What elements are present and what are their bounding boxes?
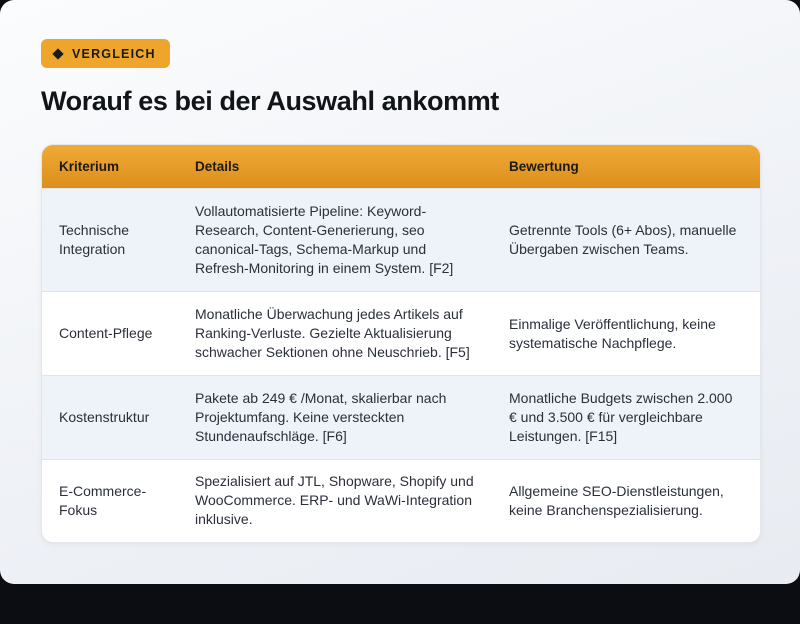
column-header-details: Details (178, 145, 492, 189)
diamond-icon (52, 47, 64, 60)
section-badge: VERGLEICH (41, 39, 170, 68)
column-header-criterion: Kriterium (42, 145, 178, 189)
comparison-card: VERGLEICH Worauf es bei der Auswahl anko… (0, 0, 800, 584)
details-cell: Pakete ab 249 € /Monat, skalierbar nach … (195, 390, 447, 444)
badge-label: VERGLEICH (72, 46, 156, 61)
details-cell: Vollautomatisierte Pipeline: Keyword-Res… (195, 203, 454, 276)
table-row: E-Commerce-Fokus Spezialisiert auf JTL, … (42, 459, 760, 542)
criterion-cell: Kostenstruktur (59, 409, 150, 425)
details-cell: Spezialisiert auf JTL, Shopware, Shopify… (195, 473, 474, 528)
table-header: Kriterium Details Bewertung (42, 145, 760, 189)
rating-cell: Allgemeine SEO-Dienstleistungen, keine B… (509, 482, 724, 518)
table-row: Content-Pflege Monatliche Überwachung je… (42, 291, 760, 376)
table-row: Technische Integration Vollautomatisiert… (42, 188, 760, 292)
column-header-rating: Bewertung (492, 145, 760, 189)
table-row: Kostenstruktur Pakete ab 249 € /Monat, s… (42, 375, 760, 460)
rating-cell: Monatliche Budgets zwischen 2.000 € und … (509, 390, 733, 444)
criterion-cell: E-Commerce-Fokus (59, 482, 147, 518)
page-title: Worauf es bei der Auswahl ankommt (41, 86, 499, 116)
rating-cell: Getrennte Tools (6+ Abos), manuelle Über… (509, 222, 737, 257)
criterion-cell: Technische Integration (59, 222, 130, 257)
rating-cell: Einmalige Veröffentlichung, keine system… (509, 315, 716, 351)
comparison-table: Kriterium Details Bewertung Technische I… (41, 144, 761, 543)
criterion-cell: Content-Pflege (59, 325, 153, 341)
details-cell: Monatliche Überwachung jedes Artikels au… (195, 306, 470, 360)
